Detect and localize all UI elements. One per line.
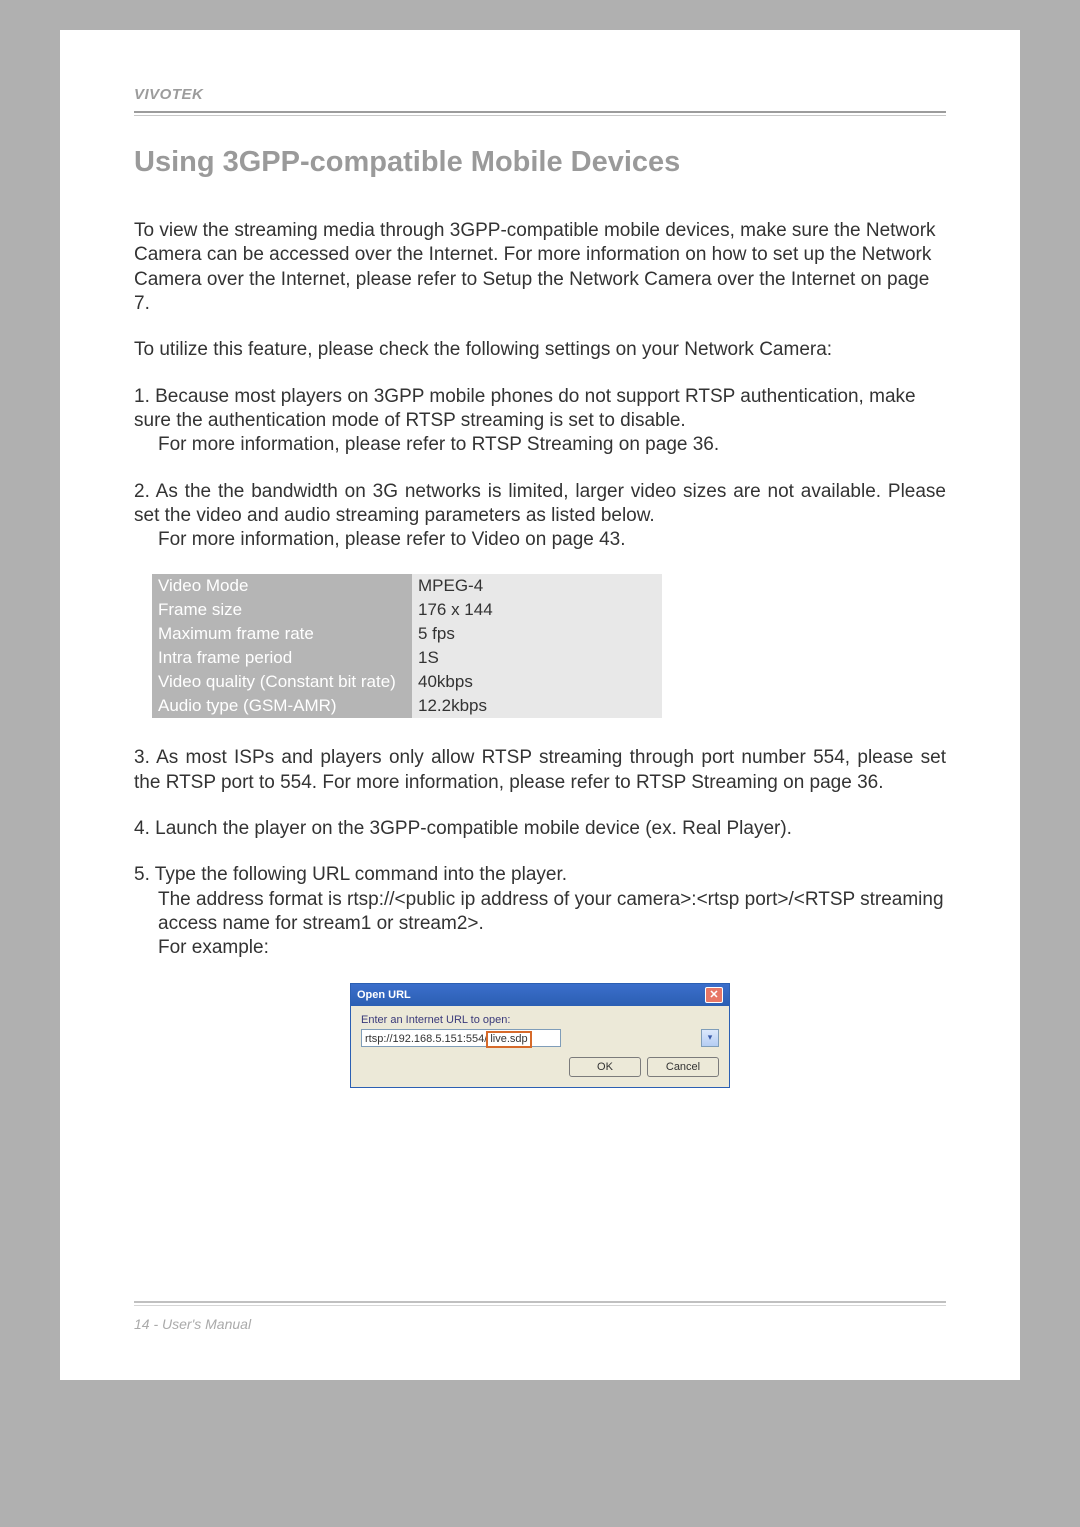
table-row: Intra frame period1S (152, 646, 662, 670)
table-key: Frame size (152, 598, 412, 622)
table-value: 12.2kbps (412, 694, 662, 718)
dialog-titlebar: Open URL ✕ (351, 984, 729, 1006)
list-item-1: 1. Because most players on 3GPP mobile p… (134, 385, 946, 458)
settings-table: Video ModeMPEG-4 Frame size176 x 144 Max… (152, 574, 662, 718)
table-row: Audio type (GSM-AMR)12.2kbps (152, 694, 662, 718)
table-key: Intra frame period (152, 646, 412, 670)
list-text: As the the bandwidth on 3G networks is l… (134, 481, 946, 526)
table-row: Video quality (Constant bit rate)40kbps (152, 670, 662, 694)
table-row: Video ModeMPEG-4 (152, 574, 662, 598)
table-row: Maximum frame rate5 fps (152, 622, 662, 646)
table-value: MPEG-4 (412, 574, 662, 598)
dialog-container: Open URL ✕ Enter an Internet URL to open… (134, 983, 946, 1088)
open-url-dialog: Open URL ✕ Enter an Internet URL to open… (350, 983, 730, 1088)
table-key: Audio type (GSM-AMR) (152, 694, 412, 718)
intro-paragraph: To view the streaming media through 3GPP… (134, 219, 946, 316)
list-item-5: 5. Type the following URL command into t… (134, 863, 946, 960)
list-text: Launch the player on the 3GPP-compatible… (155, 818, 792, 839)
page-content: Using 3GPP-compatible Mobile Devices To … (60, 116, 1020, 1088)
ok-button[interactable]: OK (569, 1057, 641, 1077)
list-text: Type the following URL command into the … (155, 864, 567, 885)
page-footer: 14 - User's Manual (134, 1316, 251, 1332)
list-number: 5. (134, 864, 155, 885)
url-highlight: live.sdp (486, 1031, 531, 1048)
table-value: 1S (412, 646, 662, 670)
table-row: Frame size176 x 144 (152, 598, 662, 622)
list-item-4: 4. Launch the player on the 3GPP-compati… (134, 817, 946, 841)
chevron-down-icon[interactable]: ▾ (701, 1029, 719, 1047)
list-number: 3. (134, 747, 156, 768)
cancel-button[interactable]: Cancel (647, 1057, 719, 1077)
table-key: Video quality (Constant bit rate) (152, 670, 412, 694)
dialog-body: Enter an Internet URL to open: rtsp://19… (351, 1006, 729, 1087)
table-key: Maximum frame rate (152, 622, 412, 646)
list-item-2: 2. As the the bandwidth on 3G networks i… (134, 480, 946, 553)
close-icon[interactable]: ✕ (705, 987, 723, 1003)
footer-rule-2 (134, 1305, 946, 1306)
list-text-extra: For more information, please refer to Vi… (134, 528, 946, 552)
list-text-extra: The address format is rtsp://<public ip … (134, 888, 946, 937)
dialog-title-text: Open URL (357, 989, 411, 1001)
list-text-extra2: For example: (134, 936, 946, 960)
manual-page: VIVOTEK Using 3GPP-compatible Mobile Dev… (60, 30, 1020, 1380)
lead-paragraph: To utilize this feature, please check th… (134, 338, 946, 362)
list-number: 4. (134, 818, 155, 839)
dialog-input-label: Enter an Internet URL to open: (361, 1014, 719, 1026)
table-key: Video Mode (152, 574, 412, 598)
url-prefix: rtsp://192.168.5.151:554/ (365, 1033, 487, 1045)
page-header: VIVOTEK (60, 30, 1020, 116)
dialog-button-row: OK Cancel (361, 1057, 719, 1077)
list-text: As most ISPs and players only allow RTSP… (134, 747, 946, 792)
list-text-extra: For more information, please refer to RT… (134, 433, 946, 457)
table-value: 40kbps (412, 670, 662, 694)
brand-label: VIVOTEK (134, 86, 946, 103)
table-value: 5 fps (412, 622, 662, 646)
list-item-3: 3. As most ISPs and players only allow R… (134, 746, 946, 795)
url-input[interactable]: rtsp://192.168.5.151:554/live.sdp (361, 1029, 561, 1047)
page-title: Using 3GPP-compatible Mobile Devices (134, 146, 946, 179)
list-number: 1. (134, 386, 155, 407)
header-rule-1 (134, 111, 946, 113)
list-text: Because most players on 3GPP mobile phon… (134, 386, 916, 431)
footer-rule-1 (134, 1301, 946, 1303)
list-number: 2. (134, 481, 156, 502)
dialog-input-row: rtsp://192.168.5.151:554/live.sdp ▾ (361, 1029, 719, 1047)
table-value: 176 x 144 (412, 598, 662, 622)
